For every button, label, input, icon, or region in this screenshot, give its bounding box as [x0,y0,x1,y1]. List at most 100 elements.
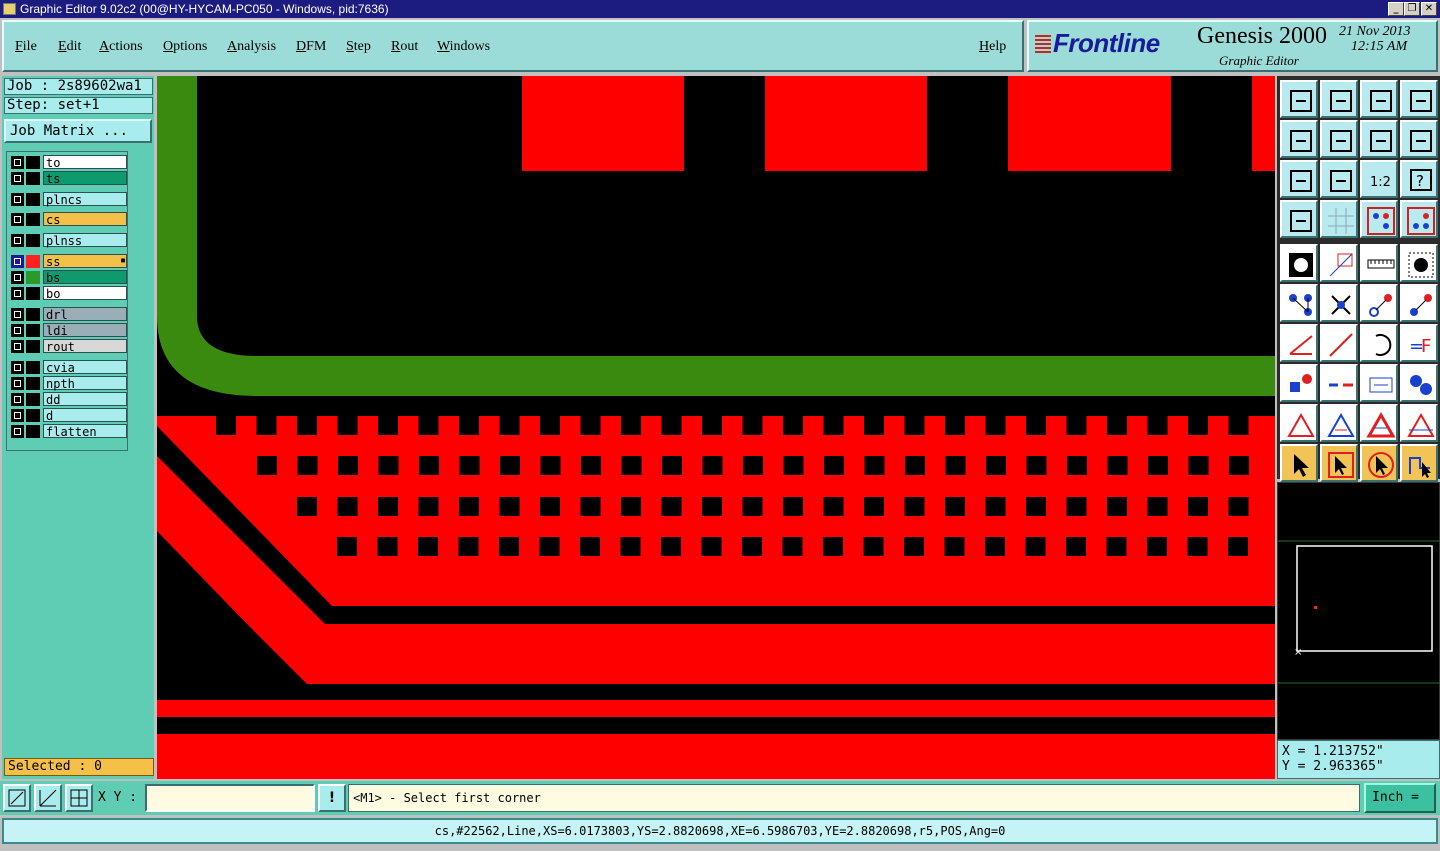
pad-circle-button[interactable] [1280,244,1318,282]
measure-button[interactable] [34,784,62,812]
layer-name[interactable]: to [43,155,127,170]
center-button[interactable] [1360,364,1398,402]
measure-ruler-button[interactable] [1360,244,1398,282]
layer-color-swatch[interactable] [26,361,40,374]
layer-name[interactable]: bs [43,270,127,285]
xy-input[interactable] [145,784,315,812]
layer-checkbox[interactable] [11,255,24,268]
move-left-button[interactable] [1280,120,1318,158]
dot-button[interactable] [1400,244,1438,282]
pointer-box-button[interactable] [1320,444,1358,482]
layer-row-d[interactable]: d [9,408,127,423]
menu-edit[interactable]: Edit [58,39,81,55]
query-button[interactable]: ? [1400,160,1438,198]
connect-nodes-button[interactable] [1280,284,1318,322]
layer-row-flatten[interactable]: flatten [9,424,127,439]
circles-button[interactable] [1400,364,1438,402]
move-right-button[interactable] [1320,120,1358,158]
layer-row-plnss[interactable]: plnss [9,233,127,248]
scale-1-2-button[interactable]: 1:2 [1360,160,1398,198]
layer-color-swatch[interactable] [26,287,40,300]
layer-row-rout[interactable]: rout [9,339,127,354]
layer-color-swatch[interactable] [26,308,40,321]
node-red-button[interactable] [1360,284,1398,322]
triangle-3-button[interactable] [1360,404,1398,442]
pointer-path-button[interactable] [1400,444,1438,482]
menu-windows[interactable]: Windows [437,39,490,55]
layer-name[interactable]: bo [43,286,127,301]
tool-config-button[interactable] [1280,200,1318,238]
layer-color-swatch[interactable] [26,340,40,353]
layer-checkbox[interactable] [11,234,24,247]
layer-name[interactable]: ldi [43,323,127,338]
layer-color-swatch[interactable] [26,255,40,268]
layer-name[interactable]: dd [43,392,127,407]
layer-checkbox[interactable] [11,271,24,284]
exclaim-button[interactable]: ! [318,784,346,812]
overview-map[interactable]: × [1277,482,1440,740]
menu-rout[interactable]: Rout [391,39,418,55]
mirror-button[interactable] [1360,120,1398,158]
layer-color-swatch[interactable] [26,377,40,390]
layer-name[interactable]: cvia [43,360,127,375]
menu-actions[interactable]: Actions [99,39,143,55]
layer-name[interactable]: drl [43,307,127,322]
layer-color-swatch[interactable] [26,324,40,337]
layer-name[interactable]: npth [43,376,127,391]
node-blue-button[interactable] [1400,284,1438,322]
layer-checkbox[interactable] [11,377,24,390]
zoom-center-button[interactable] [1320,160,1358,198]
select-rect-button[interactable] [1320,244,1358,282]
line-button[interactable] [1320,324,1358,362]
layer-name[interactable]: plnss [43,233,127,248]
layer-checkbox[interactable] [11,287,24,300]
layer-color-swatch[interactable] [26,393,40,406]
layer-checkbox[interactable] [11,308,24,321]
pointer-button[interactable] [1280,444,1318,482]
route-s-button[interactable] [1400,120,1438,158]
layer-color-swatch[interactable] [26,193,40,206]
layer-row-bo[interactable]: bo [9,286,127,301]
close-button[interactable]: ✕ [1421,2,1437,16]
layer-row-npth[interactable]: npth [9,376,127,391]
layer-name[interactable]: ss [43,254,127,269]
copy-up-button[interactable] [1280,80,1318,118]
pointer-select-button[interactable] [1360,444,1398,482]
layer-color-swatch[interactable] [26,213,40,226]
layer-row-plncs[interactable]: plncs [9,192,127,207]
snap-blue-button[interactable] [1400,200,1438,238]
grid-snap-button[interactable] [65,784,93,812]
layer-checkbox[interactable] [11,425,24,438]
layer-checkbox[interactable] [11,361,24,374]
layer-row-ss[interactable]: ss ▪ [9,254,127,269]
copy-down-button[interactable] [1320,80,1358,118]
layer-checkbox[interactable] [11,324,24,337]
layer-checkbox[interactable] [11,409,24,422]
arc-button[interactable] [1360,324,1398,362]
triangle-button[interactable] [1280,404,1318,442]
menu-file[interactable]: File [15,39,37,55]
triangle-4-button[interactable] [1400,404,1438,442]
layer-checkbox[interactable] [11,393,24,406]
layer-checkbox[interactable] [11,172,24,185]
job-matrix-button[interactable]: Job Matrix ... [4,119,152,143]
layer-color-swatch[interactable] [26,425,40,438]
layer-color-swatch[interactable] [26,234,40,247]
triangle-2-button[interactable] [1320,404,1358,442]
fit-button[interactable] [1280,160,1318,198]
split-view-button[interactable] [1400,80,1438,118]
menu-step[interactable]: Step [346,39,371,55]
layer-color-swatch[interactable] [26,156,40,169]
restore-button[interactable]: ❐ [1404,2,1420,16]
layer-checkbox[interactable] [11,340,24,353]
layer-name[interactable]: ts [43,171,127,186]
home-button[interactable] [1360,80,1398,118]
layer-name[interactable]: flatten [43,424,127,439]
menu-dfm[interactable]: DFM [296,39,326,55]
layer-row-ts[interactable]: ts [9,171,127,186]
layer-name[interactable]: d [43,408,127,423]
menu-analysis[interactable]: Analysis [227,39,276,55]
grid-button[interactable] [1320,200,1358,238]
layer-row-dd[interactable]: dd [9,392,127,407]
minimize-button[interactable]: _ [1388,2,1404,16]
